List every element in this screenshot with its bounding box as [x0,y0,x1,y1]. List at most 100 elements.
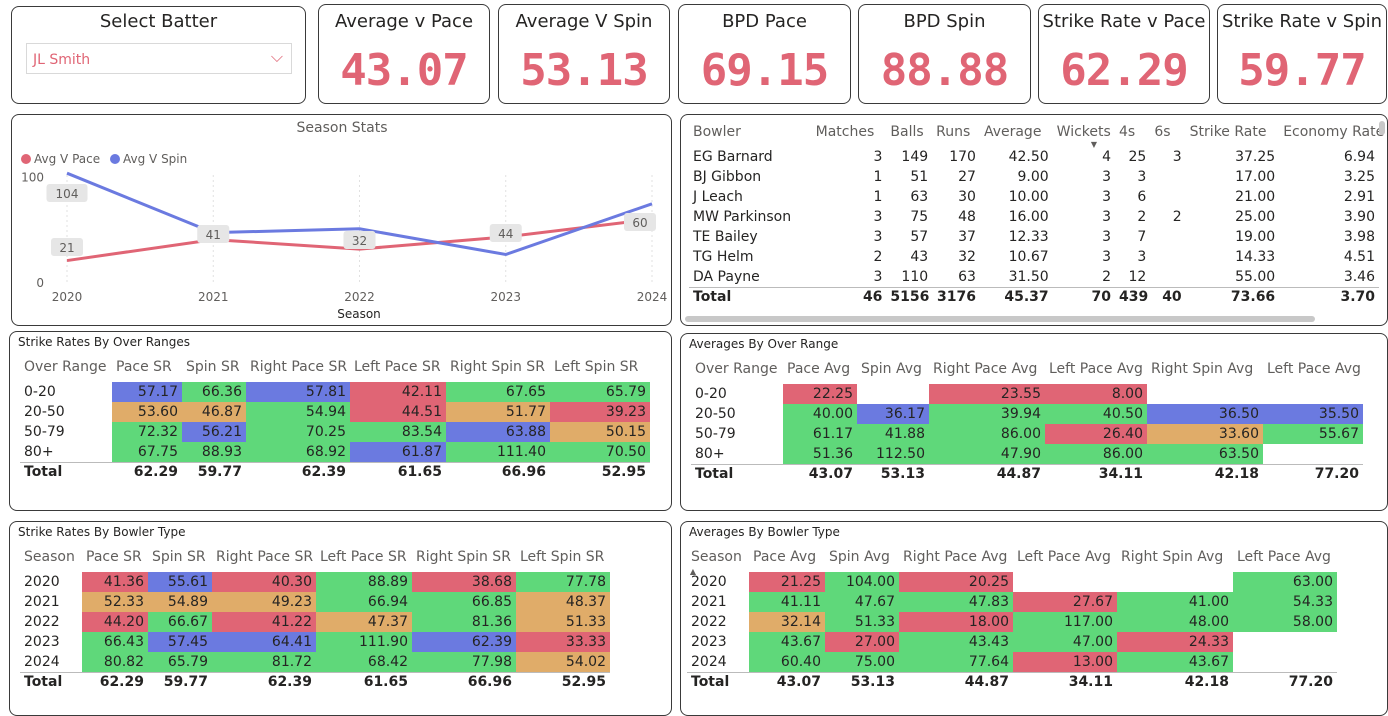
kpi-title: Average V Spin [515,11,653,32]
table-cell: 41.88 [857,424,929,444]
horizontal-scrollbar[interactable] [685,316,1315,322]
table-row[interactable]: TE Bailey 3 57 37 12.33 3 7 19.00 3.98 [689,227,1379,247]
table-row[interactable]: 2022 32.14 51.33 18.00 117.00 48.00 58.00 [687,612,1337,632]
table-cell: 2023 [691,634,727,650]
column-header[interactable]: Left Spin SR [550,352,650,382]
table-cell: 37.25 [1235,149,1276,165]
table-cell: 170 [949,149,976,165]
column-header[interactable]: Matches [812,117,887,147]
column-header[interactable]: Balls [886,117,932,147]
x-tick-label: 2022 [344,290,375,304]
table-row[interactable]: TG Helm 2 43 32 10.67 3 3 14.33 4.51 [689,247,1379,267]
table-row[interactable]: 20-50 53.60 46.87 54.94 44.51 51.77 39.23 [20,402,650,422]
column-header[interactable]: Pace Avg [783,354,857,384]
table-row[interactable]: 50-79 61.17 41.88 86.00 26.40 33.60 55.67 [691,424,1363,444]
table-row[interactable]: 2022 44.20 66.67 41.22 47.37 81.36 51.33 [20,612,610,632]
column-header[interactable]: Left Pace SR [350,352,446,382]
table-row[interactable]: DA Payne 3 110 63 31.50 2 12 55.00 3.46 [689,267,1379,287]
table-cell: 2021 [691,594,727,610]
column-header[interactable]: Right Pace Avg [929,354,1045,384]
table-cell: 38.68 [412,572,516,592]
column-header[interactable]: 6s [1150,117,1185,147]
total-cell: Total [20,461,112,482]
batter-dropdown[interactable]: JL Smith ⌵ [26,43,292,74]
table-row[interactable]: BJ Gibbon 1 51 27 9.00 3 3 17.00 3.25 [689,167,1379,187]
table-row[interactable]: 2021 41.11 47.67 47.83 27.67 41.00 54.33 [687,592,1337,612]
total-cell: 62.39 [212,671,316,692]
column-header[interactable]: Pace SR [112,352,182,382]
column-header[interactable]: Left Pace Avg [1263,354,1363,384]
column-header[interactable]: Over Range [691,354,783,384]
column-header[interactable]: Left Pace Avg [1045,354,1147,384]
table-row[interactable]: MW Parkinson 3 75 48 16.00 3 2 2 25.00 3.90 [689,207,1379,227]
column-header[interactable]: Right Spin Avg [1117,542,1233,572]
table-row[interactable]: 0-20 22.25 23.55 8.00 [691,384,1363,404]
table-row[interactable]: 2024 80.82 65.79 81.72 68.42 77.98 54.02 [20,652,610,672]
table-cell: 44.20 [82,612,148,632]
column-header[interactable]: Spin SR [182,352,246,382]
table-row[interactable]: 2020 21.25 104.00 20.25 63.00 [687,572,1337,592]
column-header[interactable]: Over Range [20,352,112,382]
column-header[interactable]: Season [20,542,82,572]
column-header[interactable]: Left Pace SR [316,542,412,572]
column-header[interactable]: Bowler [689,117,812,147]
kpi-value: 62.29 [1060,45,1188,96]
avg-bowler-type-table: Season ▲ Pace Avg Spin Avg Right Pace Avg Lef… [687,542,1337,692]
table-cell: 3 [1137,249,1147,265]
table-row[interactable]: 50-79 72.32 56.21 70.25 83.54 63.88 50.15 [20,422,650,442]
table-row[interactable]: 20-50 40.00 36.17 39.94 40.50 36.50 35.50 [691,404,1363,424]
sort-icon[interactable]: ▼ [1091,140,1097,149]
column-header[interactable]: Pace SR [82,542,148,572]
table-row[interactable]: J Leach 1 63 30 10.00 3 6 21.00 2.91 [689,187,1379,207]
table-cell: 43 [910,249,929,265]
sort-icon[interactable]: ▲ [690,567,696,576]
table-cell [1117,572,1233,592]
column-header[interactable]: Right Pace SR [212,542,316,572]
sr-bowler-type-table: Season Pace SR Spin SR Right Pace SR Left Pa… [20,542,610,692]
column-header[interactable]: Left Spin SR [516,542,610,572]
legend-label[interactable]: Avg V Spin [123,152,187,166]
column-header[interactable]: Strike Rate [1186,117,1280,147]
table-cell: 67.75 [112,442,182,462]
column-header[interactable]: Economy Rate [1279,117,1384,147]
column-header[interactable]: Spin Avg [857,354,929,384]
column-header[interactable]: Right Spin Avg [1147,354,1263,384]
table-row[interactable]: 80+ 67.75 88.93 68.92 61.87 111.40 70.50 [20,442,650,462]
column-header[interactable]: Pace Avg [749,542,825,572]
column-header[interactable]: Runs [932,117,980,147]
vertical-scrollbar[interactable] [1379,121,1385,135]
table-row[interactable]: 2023 43.67 27.00 43.43 47.00 24.33 [687,632,1337,652]
table-row[interactable]: 2023 66.43 57.45 64.41 111.90 62.39 33.33 [20,632,610,652]
column-header[interactable]: Spin SR [148,542,212,572]
column-header[interactable]: Average [980,117,1053,147]
table-cell: 43.67 [1117,652,1233,672]
column-header[interactable]: Spin Avg [825,542,899,572]
table-row[interactable]: 80+ 51.36 112.50 47.90 86.00 63.50 [691,444,1363,464]
table-row[interactable]: 0-20 57.17 66.36 57.81 42.11 67.65 65.79 [20,382,650,402]
column-header[interactable]: Left Pace Avg [1233,542,1337,572]
column-header[interactable]: Right Spin SR [446,352,550,382]
column-header[interactable]: Wickets ▼ [1053,117,1115,149]
total-cell: 62.39 [246,461,350,482]
total-cell: 45.37 [979,286,1053,307]
avg-bowler-type-panel: Averages By Bowler Type Season ▲ Pace Avg S… [680,521,1388,716]
table-cell: 41.11 [749,592,825,612]
column-header[interactable]: Right Spin SR [412,542,516,572]
table-row[interactable]: 2021 52.33 54.89 49.23 66.94 66.85 48.37 [20,592,610,612]
column-header[interactable]: Right Pace Avg [899,542,1013,572]
legend-label[interactable]: Avg V Pace [34,152,100,166]
table-row[interactable]: 2024 60.40 75.00 77.64 13.00 43.67 [687,652,1337,672]
table-cell: TE Bailey [693,229,758,245]
table-row[interactable]: EG Barnard 3 149 170 42.50 4 25 3 37.25 6.94 [689,147,1379,167]
column-header[interactable]: 4s [1115,117,1150,147]
column-header[interactable]: Left Pace Avg [1013,542,1117,572]
batter-dropdown-value: JL Smith [33,52,91,68]
table-cell: 40.00 [783,404,857,424]
bowler-table: Bowler Matches Balls Runs Average Wickets ▼ 4s 6… [689,117,1384,307]
kpi-value: 43.07 [340,45,468,96]
column-header[interactable]: Season ▲ [687,542,749,576]
table-cell: 63 [958,268,976,285]
column-header[interactable]: Right Pace SR [246,352,350,382]
table-row[interactable]: 2020 41.36 55.61 40.30 88.89 38.68 77.78 [20,572,610,592]
data-label: 104 [56,187,79,201]
